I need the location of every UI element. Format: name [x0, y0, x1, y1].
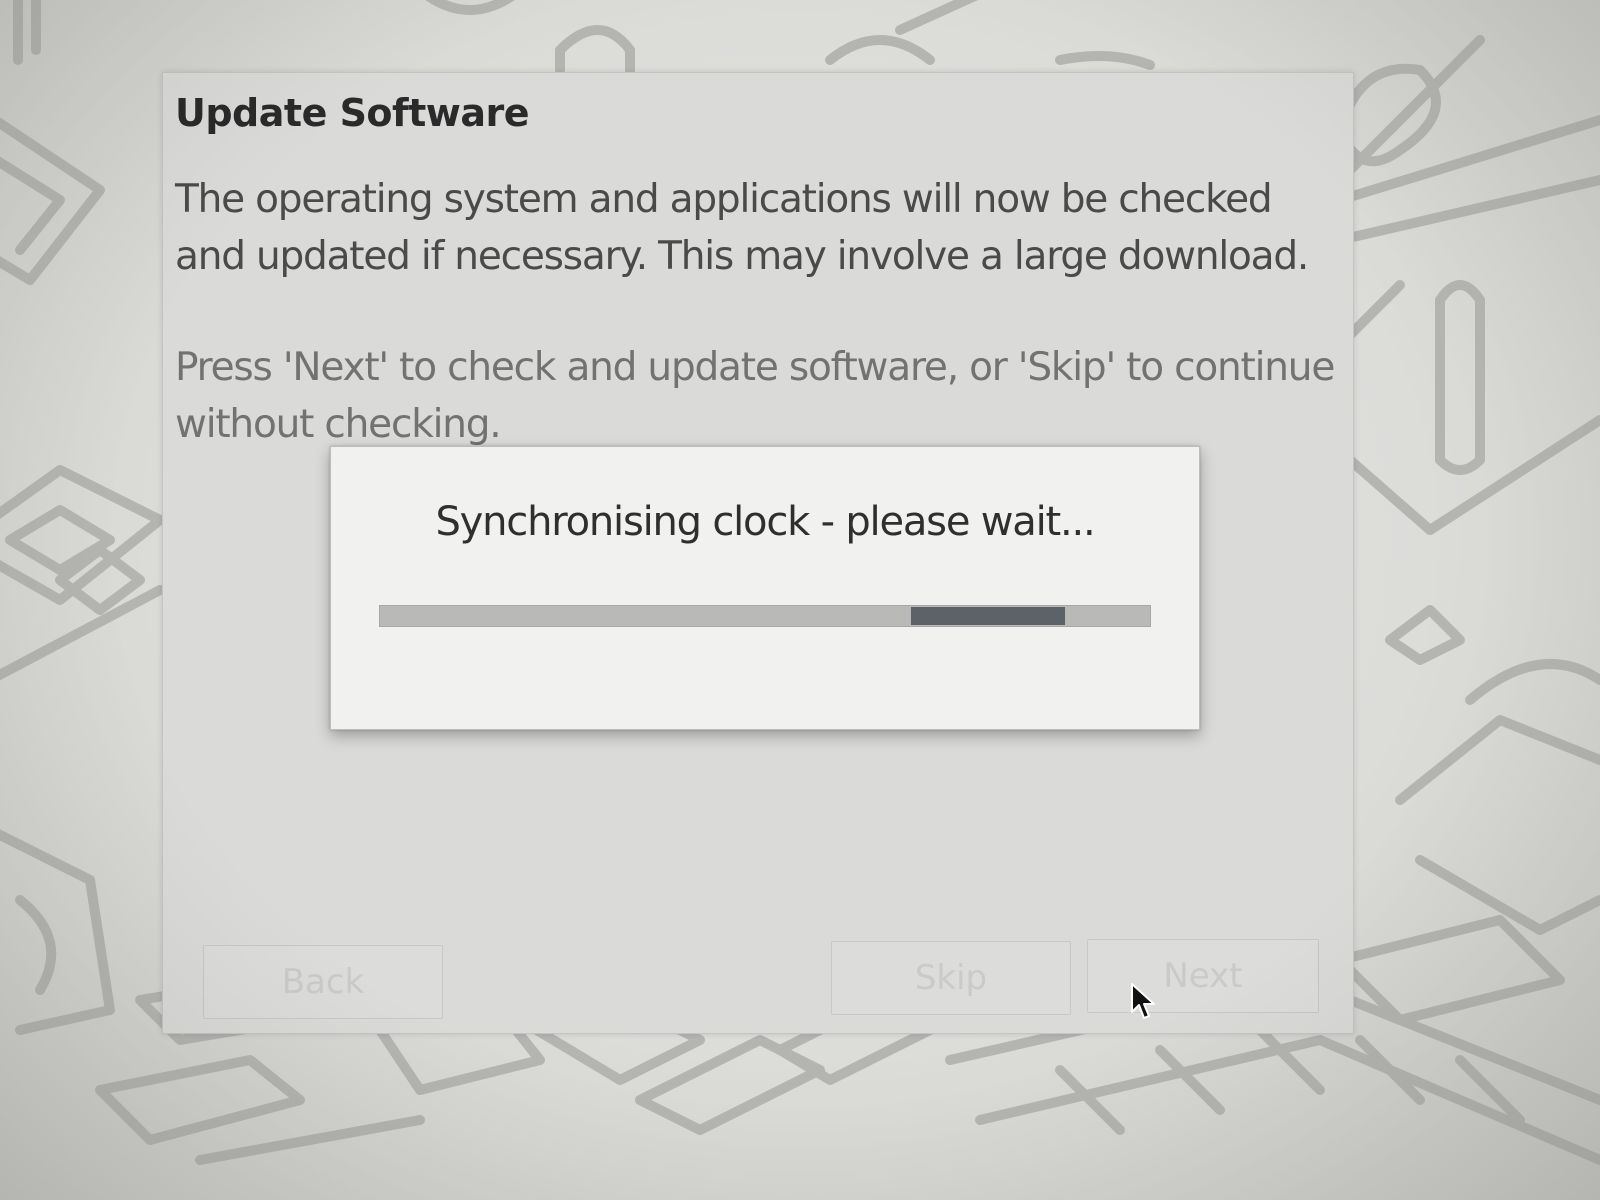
progress-dialog: Synchronising clock - please wait...: [330, 446, 1200, 730]
skip-button[interactable]: Skip: [831, 941, 1071, 1015]
description-text: The operating system and applications wi…: [175, 177, 1309, 279]
back-button[interactable]: Back: [203, 945, 443, 1019]
progress-bar-pulse: [911, 607, 1065, 625]
desktop: Update Software The operating system and…: [0, 0, 1600, 1200]
progress-message: Synchronising clock - please wait...: [435, 499, 1095, 545]
dialog-title: Update Software: [175, 91, 530, 135]
next-button[interactable]: Next: [1087, 939, 1319, 1013]
arrow-cursor-icon: [1131, 983, 1155, 1019]
progress-bar: [379, 605, 1151, 627]
instruction-text: Press 'Next' to check and update softwar…: [175, 345, 1335, 447]
